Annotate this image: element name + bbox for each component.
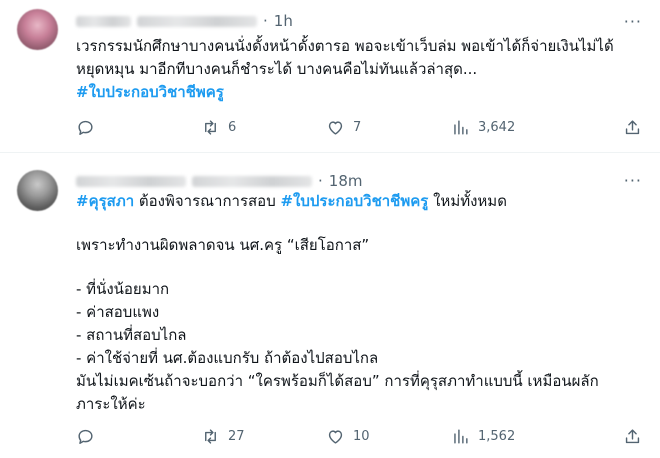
tweet-text: #คุรุสภา ต้องพิจารณาการสอบ #ใบประกอบวิชา… bbox=[76, 190, 646, 416]
hashtag-link[interactable]: #ใบประกอบวิชาชีพครู bbox=[280, 192, 428, 210]
text-line: มันไม่เมคเซ้นถ้าจะบอกว่า “ใครพร้อมก็ได้ส… bbox=[76, 372, 599, 390]
retweet-count: 6 bbox=[228, 119, 237, 135]
tweet-header: · 18m bbox=[76, 171, 362, 191]
display-name-blurred[interactable] bbox=[76, 175, 186, 187]
separator-dot: · bbox=[318, 172, 323, 190]
tweet[interactable]: · 18m ··· #คุรุสภา ต้องพิจารณาการสอบ #ใบ… bbox=[0, 153, 660, 458]
tweet[interactable]: · 1h ··· เวรกรรมนักศึกษาบางคนนั่งดั้งหน้… bbox=[0, 0, 660, 152]
share-button[interactable] bbox=[623, 118, 642, 137]
text-segment: ใหม่ทั้งหมด bbox=[428, 192, 507, 210]
bullet-line: - สถานที่สอบไกล bbox=[76, 326, 187, 344]
timestamp[interactable]: 1h bbox=[274, 12, 293, 30]
more-dots-icon[interactable]: ··· bbox=[624, 12, 642, 31]
username-blurred[interactable] bbox=[192, 175, 312, 187]
bar-chart-icon bbox=[454, 119, 468, 135]
avatar[interactable] bbox=[17, 9, 58, 50]
retweet-button[interactable]: 6 bbox=[201, 118, 326, 137]
tweet-actions: 6 7 3,642 bbox=[76, 117, 642, 137]
share-upload-icon bbox=[625, 428, 640, 443]
display-name-blurred[interactable] bbox=[76, 15, 131, 27]
speech-bubble-icon bbox=[78, 429, 93, 444]
text-line: ภาระให้ค่ะ bbox=[76, 395, 146, 413]
like-count: 7 bbox=[353, 119, 362, 135]
tweet-text: เวรกรรมนักศึกษาบางคนนั่งดั้งหน้าดั้งตารอ… bbox=[76, 35, 646, 104]
retweet-count: 27 bbox=[228, 428, 245, 444]
heart-icon bbox=[328, 120, 343, 135]
view-count: 1,562 bbox=[478, 428, 516, 444]
retweet-icon bbox=[205, 428, 216, 444]
views-button[interactable]: 3,642 bbox=[451, 118, 576, 137]
hashtag-link[interactable]: #ใบประกอบวิชาชีพครู bbox=[76, 81, 646, 104]
avatar[interactable] bbox=[17, 170, 58, 211]
text-line: เวรกรรมนักศึกษาบางคนนั่งดั้งหน้าดั้งตารอ… bbox=[76, 37, 614, 55]
hashtag-link[interactable]: #คุรุสภา bbox=[76, 192, 134, 210]
heart-icon bbox=[328, 429, 343, 444]
timeline: · 1h ··· เวรกรรมนักศึกษาบางคนนั่งดั้งหน้… bbox=[0, 0, 660, 458]
bullet-line: - ค่าสอบแพง bbox=[76, 303, 160, 321]
text-line: หยุดหมุน มาอีกทีบางคนก็ชำระได้ บางคนคือไ… bbox=[76, 60, 478, 78]
reply-button[interactable] bbox=[76, 118, 201, 137]
reply-button[interactable] bbox=[76, 427, 201, 446]
retweet-button[interactable]: 27 bbox=[201, 427, 326, 446]
separator-dot: · bbox=[263, 12, 268, 30]
share-upload-icon bbox=[625, 119, 640, 134]
retweet-icon bbox=[205, 119, 216, 135]
speech-bubble-icon bbox=[78, 120, 93, 135]
text-segment: ต้องพิจารณาการสอบ bbox=[134, 192, 281, 210]
tweet-actions: 27 10 1,562 bbox=[76, 426, 642, 446]
views-button[interactable]: 1,562 bbox=[451, 427, 576, 446]
bar-chart-icon bbox=[454, 428, 468, 444]
timestamp[interactable]: 18m bbox=[329, 172, 363, 190]
bullet-line: - ที่นั่งน้อยมาก bbox=[76, 280, 170, 298]
share-button[interactable] bbox=[623, 427, 642, 446]
like-button[interactable]: 10 bbox=[326, 427, 451, 446]
like-count: 10 bbox=[353, 428, 370, 444]
tweet-header: · 1h bbox=[76, 11, 293, 31]
more-dots-icon[interactable]: ··· bbox=[624, 171, 642, 190]
username-blurred[interactable] bbox=[137, 15, 257, 27]
view-count: 3,642 bbox=[478, 119, 516, 135]
text-line: เพราะทำงานผิดพลาดจน นศ.ครู “เสียโอกาส” bbox=[76, 236, 370, 254]
like-button[interactable]: 7 bbox=[326, 118, 451, 137]
text-line: #คุรุสภา ต้องพิจารณาการสอบ #ใบประกอบวิชา… bbox=[76, 190, 646, 213]
bullet-line: - ค่าใช้จ่ายที่ นศ.ต้องแบกรับ ถ้าต้องไปส… bbox=[76, 349, 379, 367]
